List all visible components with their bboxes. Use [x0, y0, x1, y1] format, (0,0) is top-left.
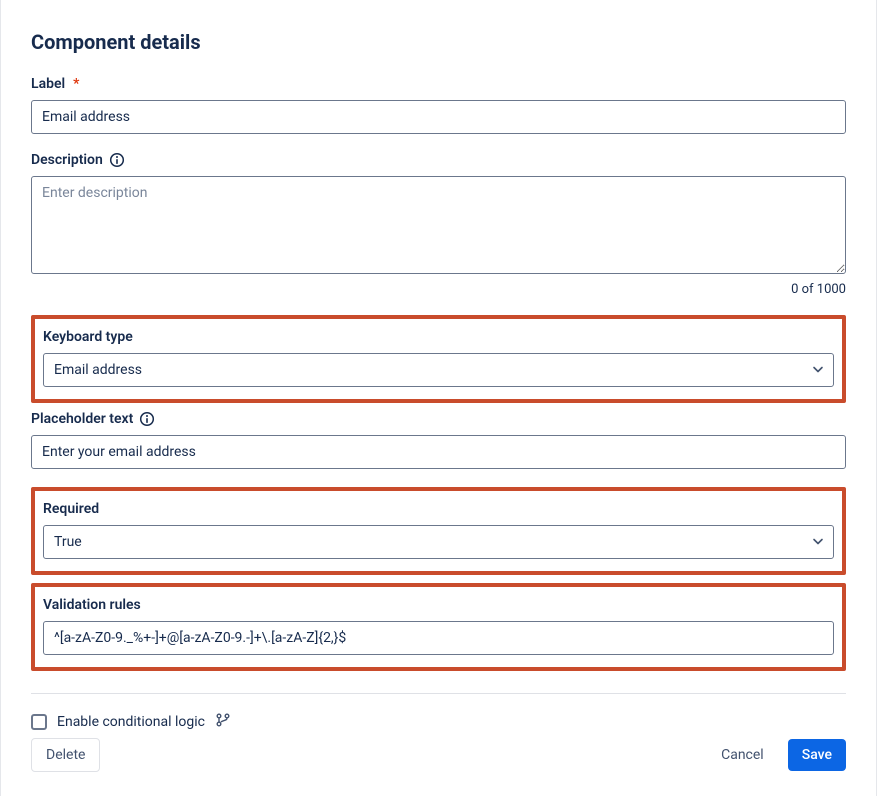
placeholder-text-input[interactable]	[31, 435, 846, 469]
description-textarea[interactable]	[31, 176, 846, 274]
validation-rules-highlight: Validation rules	[31, 583, 846, 671]
required-highlight: Required True	[31, 487, 846, 575]
description-field: Description 0 of 1000	[31, 152, 846, 297]
branch-icon	[215, 712, 231, 732]
label-field-label: Label	[31, 76, 65, 92]
validation-rules-label: Validation rules	[43, 597, 141, 613]
conditional-logic-row: Enable conditional logic	[31, 712, 846, 732]
required-field: Required True	[43, 501, 834, 559]
description-field-label: Description	[31, 152, 103, 168]
required-label: Required	[43, 501, 99, 517]
validation-rules-input[interactable]	[43, 621, 834, 655]
label-input[interactable]	[31, 100, 846, 134]
cancel-button[interactable]: Cancel	[707, 739, 778, 771]
validation-rules-field: Validation rules	[43, 597, 834, 655]
label-field: Label *	[31, 76, 846, 134]
keyboard-type-select[interactable]: Email address	[43, 353, 834, 387]
footer: Delete Cancel Save	[31, 738, 846, 772]
description-counter: 0 of 1000	[31, 282, 846, 297]
page-title: Component details	[31, 30, 846, 54]
info-icon[interactable]	[109, 152, 125, 168]
keyboard-type-field: Keyboard type Email address	[43, 329, 834, 387]
required-star: *	[73, 76, 79, 92]
conditional-logic-checkbox[interactable]	[31, 714, 47, 730]
keyboard-type-highlight: Keyboard type Email address	[31, 315, 846, 403]
required-select[interactable]: True	[43, 525, 834, 559]
save-button[interactable]: Save	[788, 739, 846, 771]
keyboard-type-label: Keyboard type	[43, 329, 133, 345]
delete-button[interactable]: Delete	[31, 738, 100, 772]
placeholder-text-label: Placeholder text	[31, 411, 133, 427]
divider	[31, 693, 846, 694]
info-icon[interactable]	[139, 411, 155, 427]
conditional-logic-label: Enable conditional logic	[57, 714, 205, 730]
placeholder-text-field: Placeholder text	[31, 411, 846, 469]
